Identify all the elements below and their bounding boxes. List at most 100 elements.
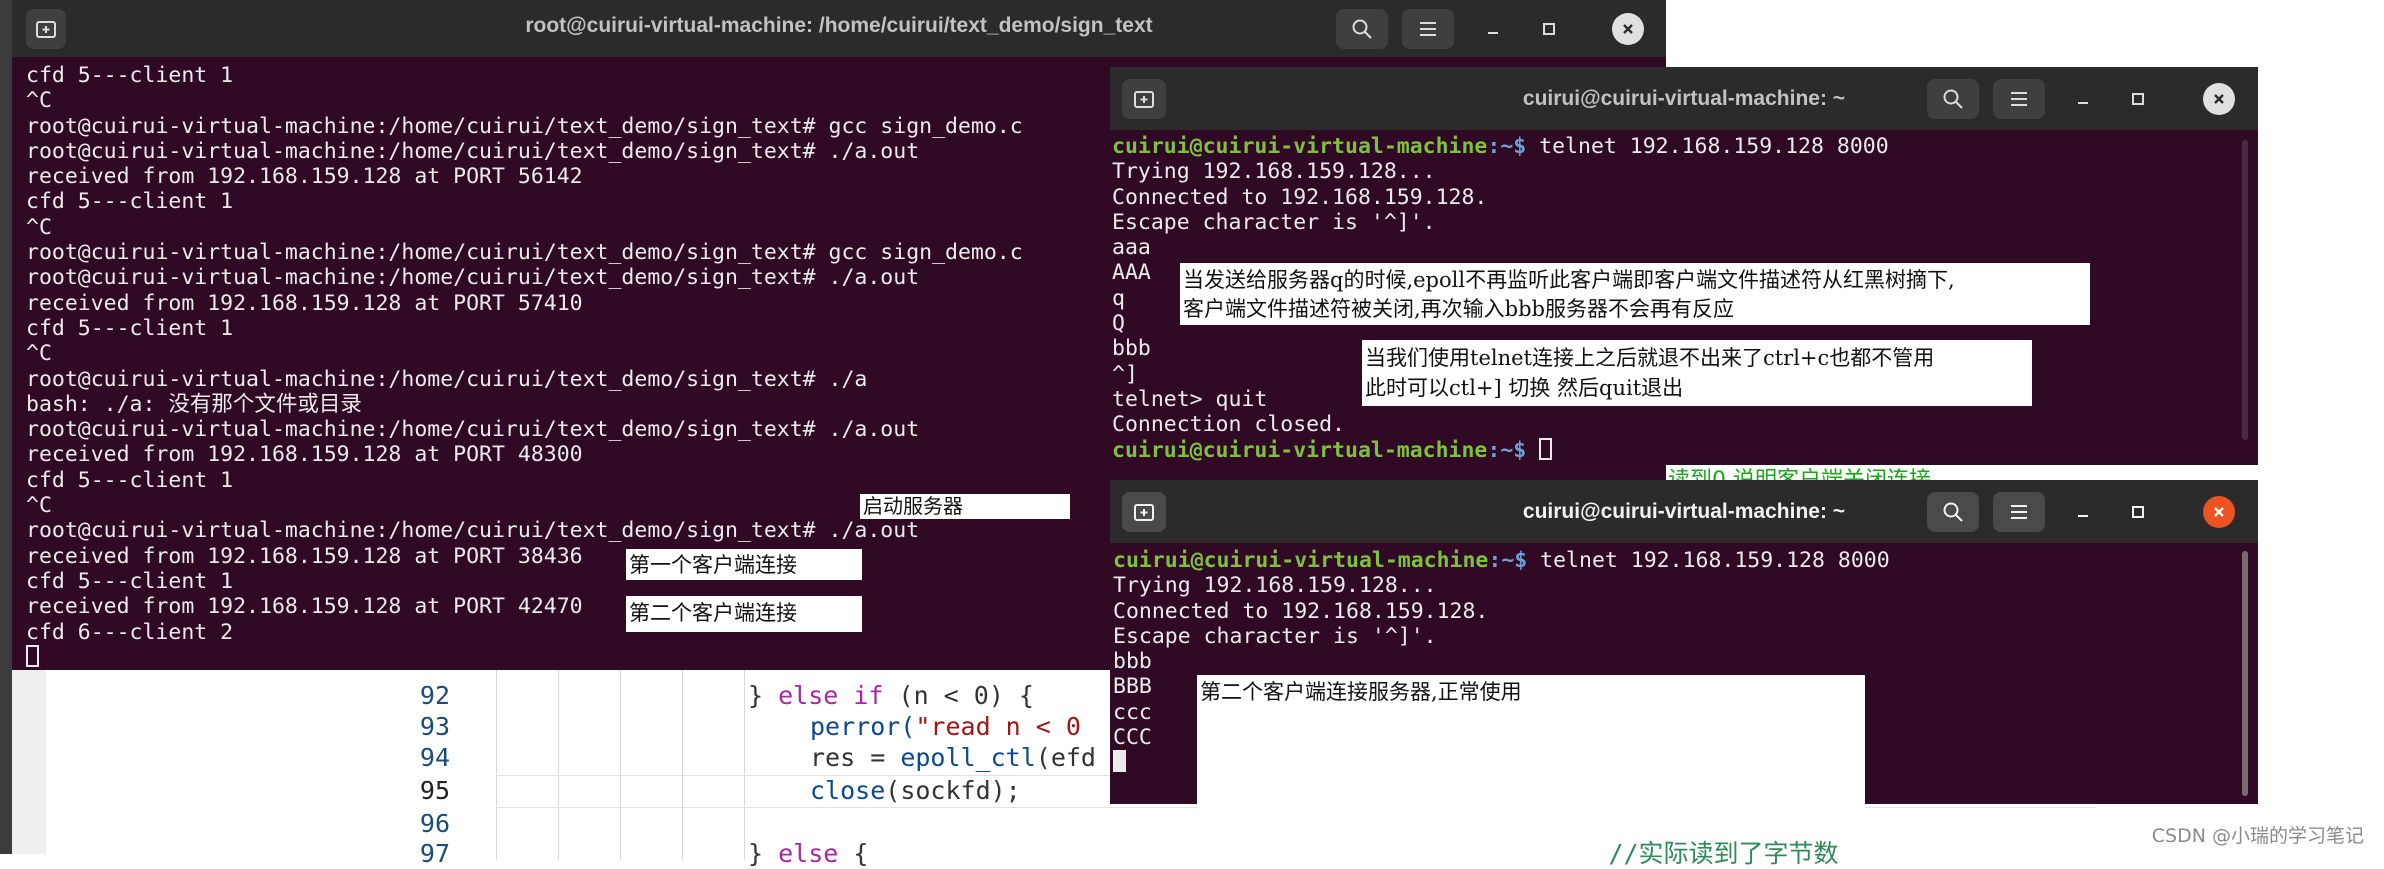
scrollbar[interactable] (2242, 551, 2248, 796)
terminal-line: aaa (1112, 235, 1151, 261)
maximize-icon (1543, 23, 1555, 35)
close-button[interactable] (2203, 496, 2235, 528)
terminal-line: root@cuirui-virtual-machine:/home/cuirui… (26, 366, 868, 392)
server-output: cfd 5---client 1 ^C root@cuirui-virtual-… (26, 63, 1023, 670)
terminal-line: q (1112, 285, 1125, 311)
annotation-second-client: 第二个客户端连接 (626, 596, 862, 632)
hamburger-menu-icon (2011, 505, 2027, 519)
terminal-line: ^C (26, 341, 52, 367)
terminal-line: cfd 6---client 2 (26, 619, 234, 645)
terminal-line: root@cuirui-virtual-machine:/home/cuirui… (26, 113, 1023, 139)
menu-button[interactable] (1993, 79, 2045, 119)
title-bar[interactable]: cuirui@cuirui-virtual-machine: ~ (1110, 67, 2258, 130)
terminal-line: received from 192.168.159.128 at PORT 48… (26, 442, 583, 468)
terminal-line: ^] (1112, 361, 1138, 387)
indent-guide (744, 660, 745, 860)
terminal-line: cfd 5---client 1 (26, 467, 234, 493)
minimize-button[interactable] (2068, 497, 2098, 527)
terminal-line: root@cuirui-virtual-machine:/home/cuirui… (26, 265, 920, 291)
minimize-button[interactable] (1478, 14, 1508, 44)
terminal-line: root@cuirui-virtual-machine:/home/cuirui… (26, 518, 920, 544)
annotation-telnet-quit: 当我们使用telnet连接上之后就退不出来了ctrl+c也都不管用 此时可以ct… (1362, 340, 2032, 406)
terminal-line: ^C (26, 214, 52, 240)
terminal-line: Trying 192.168.159.128... (1112, 159, 1436, 185)
indent-guide (558, 660, 559, 860)
terminal-line: cfd 5---client 1 (26, 63, 234, 88)
terminal-line: Trying 192.168.159.128... (1113, 573, 1437, 599)
indent-guide (496, 660, 497, 860)
terminal-line: bbb (1113, 649, 1152, 675)
maximize-icon (2132, 93, 2144, 105)
terminal-line: bash: ./a: 没有那个文件或目录 (26, 391, 362, 417)
annotation-send-q: 当发送给服务器q的时候,epoll不再监听此客户端即客户端文件描述符从红黑树摘下… (1180, 263, 2090, 325)
terminal-line: BBB (1113, 674, 1152, 700)
terminal-line: root@cuirui-virtual-machine:/home/cuirui… (26, 417, 920, 443)
terminal-cursor (1113, 750, 1126, 773)
terminal-line: received from 192.168.159.128 at PORT 38… (26, 543, 583, 569)
terminal-line: ^C (26, 493, 52, 519)
terminal-cursor (26, 644, 39, 667)
search-button[interactable] (1927, 492, 1979, 532)
code-line[interactable]: res = epoll_ctl(efd (810, 742, 1096, 773)
maximize-button[interactable] (1534, 14, 1564, 44)
watermark: CSDN @小瑞的学习笔记 (2151, 825, 2364, 847)
scrollbar[interactable] (2242, 140, 2248, 440)
terminal-cursor (1539, 437, 1553, 460)
line-number: 94 (419, 743, 450, 772)
terminal-line: AAA (1112, 260, 1151, 286)
terminal-line: Escape character is '^]'. (1112, 209, 1436, 235)
hamburger-menu-icon (1420, 22, 1436, 36)
annotation-second-client-ok: 第二个客户端连接服务器,正常使用 (1197, 675, 1865, 813)
close-icon (1623, 24, 1633, 34)
minimize-icon (2078, 515, 2088, 517)
close-icon (2214, 507, 2224, 517)
maximize-icon (2132, 506, 2144, 518)
annotation-first-client: 第一个客户端连接 (626, 549, 862, 580)
terminal-line: root@cuirui-virtual-machine:/home/cuirui… (26, 138, 920, 164)
terminal-line: ^C (26, 88, 52, 114)
minimize-icon (2078, 102, 2088, 104)
search-icon (1943, 89, 1963, 109)
terminal-line: Connected to 192.168.159.128. (1113, 598, 1489, 624)
terminal-line: bbb (1112, 336, 1151, 362)
indent-guide (620, 660, 621, 860)
terminal-line: Connected to 192.168.159.128. (1112, 184, 1488, 210)
terminal-line: received from 192.168.159.128 at PORT 56… (26, 164, 583, 190)
search-icon (1352, 19, 1372, 39)
line-number: 96 (419, 809, 450, 838)
line-number: 93 (419, 712, 450, 741)
search-icon (1943, 502, 1963, 522)
terminal-line: cfd 5---client 1 (26, 315, 234, 341)
code-line[interactable]: close(sockfd); (810, 775, 1021, 806)
terminal-line: cfd 5---client 1 (26, 568, 234, 594)
terminal-line: Escape character is '^]'. (1113, 623, 1437, 649)
hamburger-menu-icon (2011, 92, 2027, 106)
maximize-button[interactable] (2123, 497, 2153, 527)
terminal-line: Q (1112, 311, 1125, 337)
minimize-button[interactable] (2068, 84, 2098, 114)
close-button[interactable] (1612, 13, 1644, 45)
terminal-line: cfd 5---client 1 (26, 189, 234, 215)
terminal-line: received from 192.168.159.128 at PORT 57… (26, 290, 583, 316)
menu-button[interactable] (1402, 9, 1454, 49)
terminal-line: root@cuirui-virtual-machine:/home/cuirui… (26, 240, 1023, 266)
close-icon (2214, 94, 2224, 104)
code-line[interactable]: perror("read n < 0 (810, 711, 1081, 742)
close-button[interactable] (2203, 83, 2235, 115)
annotation-start-server: 启动服务器 (860, 494, 1070, 519)
indent-guide (682, 660, 683, 860)
terminal-line: ccc (1113, 699, 1152, 725)
terminal-line: telnet> quit (1112, 386, 1268, 412)
terminal-line: CCC (1113, 725, 1152, 751)
title-bar[interactable]: cuirui@cuirui-virtual-machine: ~ (1110, 480, 2258, 543)
menu-button[interactable] (1993, 492, 2045, 532)
terminal-line: received from 192.168.159.128 at PORT 42… (26, 594, 583, 620)
minimize-icon (1488, 32, 1498, 34)
code-line[interactable]: } else if (n < 0) { (748, 680, 1034, 711)
search-button[interactable] (1336, 9, 1388, 49)
line-number: 92 (419, 681, 450, 710)
maximize-button[interactable] (2123, 84, 2153, 114)
search-button[interactable] (1927, 79, 1979, 119)
title-bar[interactable]: root@cuirui-virtual-machine: /home/cuiru… (12, 0, 1666, 57)
line-number: 95 (419, 776, 450, 805)
